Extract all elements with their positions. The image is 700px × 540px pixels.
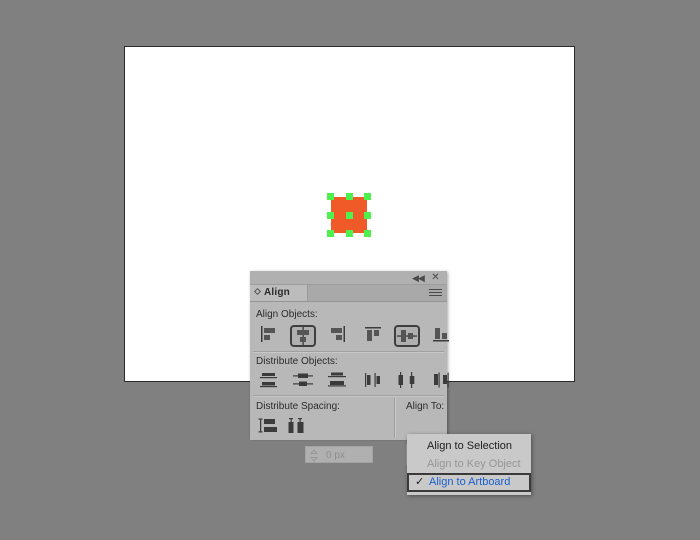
menu-item-align-to-artboard[interactable]: ✓ Align to Artboard	[407, 473, 531, 492]
close-icon[interactable]: ✕	[430, 272, 441, 283]
vertical-distribute-center-button[interactable]	[290, 371, 316, 393]
horizontal-align-center-button[interactable]	[290, 325, 316, 347]
horizontal-distribute-center-button[interactable]	[394, 371, 420, 393]
section-divider-1	[253, 351, 444, 353]
selection-handle-top-right[interactable]	[364, 193, 371, 200]
horizontal-distribute-spacing-button[interactable]	[284, 417, 310, 439]
vertical-align-center-button[interactable]	[394, 325, 420, 347]
selected-rectangle[interactable]	[327, 193, 371, 237]
menu-item-label: Align to Key Object	[427, 458, 521, 470]
panel-body: Align Objects: Distribute Objects: Distr…	[250, 302, 449, 465]
selection-handle-middle-left[interactable]	[327, 212, 334, 219]
distribute-spacing-label: Distribute Spacing:	[256, 401, 340, 412]
selection-handle-bottom-right[interactable]	[364, 230, 371, 237]
checkmark-icon: ✓	[415, 476, 425, 488]
selection-handle-top-left[interactable]	[327, 193, 334, 200]
vertical-align-top-button[interactable]	[360, 325, 386, 347]
align-to-label: Align To:	[406, 401, 445, 412]
menu-item-align-to-key-object: Align to Key Object	[407, 455, 531, 473]
spacing-input-field[interactable]: 0 px	[305, 446, 373, 463]
selection-handle-center[interactable]	[346, 212, 353, 219]
panel-titlebar[interactable]: ◀◀ ✕	[250, 271, 447, 285]
collapse-icon[interactable]: ◀◀	[412, 273, 425, 283]
vertical-align-bottom-button[interactable]	[428, 325, 454, 347]
section-divider-2	[253, 395, 444, 397]
selection-handle-middle-right[interactable]	[364, 212, 371, 219]
tab-align[interactable]: Align	[250, 285, 308, 301]
spacing-stepper-icon[interactable]	[309, 449, 319, 462]
menu-item-label: Align to Selection	[427, 440, 512, 452]
vertical-distribute-top-button[interactable]	[256, 371, 282, 393]
vertical-distribute-spacing-button[interactable]	[256, 417, 282, 439]
selection-handle-top-middle[interactable]	[346, 193, 353, 200]
tab-align-label: Align	[264, 287, 290, 298]
menu-item-label: Align to Artboard	[429, 476, 511, 488]
align-tab-diamond-icon	[253, 287, 262, 296]
horizontal-align-right-button[interactable]	[324, 325, 350, 347]
align-objects-label: Align Objects:	[256, 309, 318, 320]
horizontal-distribute-right-button[interactable]	[428, 371, 454, 393]
align-to-dropdown-menu[interactable]: Align to Selection Align to Key Object ✓…	[407, 434, 531, 495]
horizontal-distribute-left-button[interactable]	[360, 371, 386, 393]
distribute-objects-label: Distribute Objects:	[256, 356, 338, 367]
menu-item-align-to-selection[interactable]: Align to Selection	[407, 437, 531, 455]
selection-handle-bottom-middle[interactable]	[346, 230, 353, 237]
panel-tabbar: Align	[250, 285, 447, 302]
vertical-distribute-bottom-button[interactable]	[324, 371, 350, 393]
align-panel[interactable]: ◀◀ ✕ Align Align Objects: Distribute Obj…	[250, 271, 449, 465]
spacing-input-value: 0 px	[326, 450, 345, 461]
selection-handle-bottom-left[interactable]	[327, 230, 334, 237]
section-divider-vertical	[394, 398, 396, 438]
horizontal-align-left-button[interactable]	[256, 325, 282, 347]
panel-options-menu-icon[interactable]	[429, 289, 442, 298]
